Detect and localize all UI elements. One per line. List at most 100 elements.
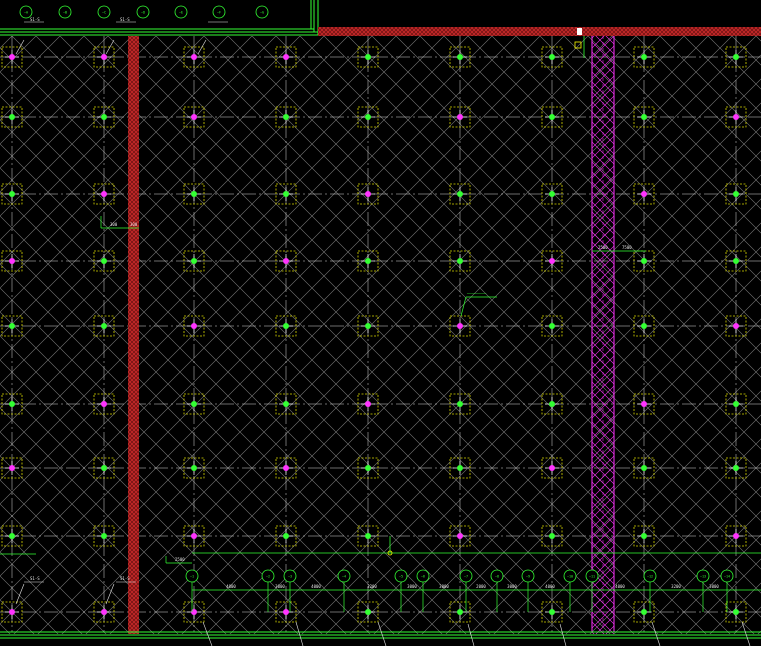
pile-dot (365, 533, 371, 539)
pile-dot (101, 323, 107, 329)
pile-dot (191, 258, 197, 264)
axis-bubble-top-label: ~D (141, 11, 145, 15)
pile-dot (457, 191, 463, 197)
pile-dot (641, 465, 647, 471)
pile-dot (549, 191, 555, 197)
pile-dot (549, 258, 555, 264)
pile-dot (9, 191, 15, 197)
pile-dot (283, 533, 289, 539)
pile-dot (9, 401, 15, 407)
pile-dot (365, 465, 371, 471)
magenta-strip (591, 36, 615, 634)
pile-dot (549, 54, 555, 60)
pile-dot (9, 609, 15, 615)
red-beam-vertical (128, 36, 139, 634)
pile-dot (191, 191, 197, 197)
pile-dot (365, 609, 371, 615)
axis-bubble-bottom-label: ~10 (567, 575, 573, 579)
pile-dot (641, 401, 647, 407)
pile-dot (365, 401, 371, 407)
pile-dot (733, 258, 739, 264)
axis-bubble-top-label: ~F (217, 11, 221, 15)
pile-dot (365, 258, 371, 264)
pile-dot (549, 533, 555, 539)
pile-dot (101, 258, 107, 264)
section-marker-top-label: S1-S (30, 17, 40, 22)
section-marker-bottom-label: S1-S (30, 576, 40, 581)
bottom-dimension-value: 4000 (615, 584, 625, 589)
axis-bubble-bottom-label: ~1 (190, 575, 194, 579)
axis-bubble-top-label: ~A (24, 11, 28, 15)
axis-bubble-bottom-label: ~2 (266, 575, 270, 579)
pile-dot (457, 401, 463, 407)
pile-dot (9, 323, 15, 329)
pile-dot (101, 465, 107, 471)
pile-dot (191, 465, 197, 471)
axis-bubble-top-label: ~E (179, 11, 183, 15)
pile-dot (283, 114, 289, 120)
pile-dot (191, 401, 197, 407)
bottom-dimension-value: 3000 (439, 584, 449, 589)
pile-dot (549, 401, 555, 407)
axis-bubble-bottom-label: ~8 (495, 575, 499, 579)
pile-dot (191, 533, 197, 539)
pile-dot (191, 323, 197, 329)
bottom-dimension-value: 4000 (226, 584, 236, 589)
dim-right-b: 7500 (622, 245, 632, 250)
pile-dot (549, 114, 555, 120)
axis-bubble-bottom-label: ~13 (700, 575, 706, 579)
section-marker-top-label-2: S1-S (120, 17, 130, 22)
pile-dot (549, 609, 555, 615)
pile-dot (101, 609, 107, 615)
pile-dot (733, 323, 739, 329)
pile-dot (365, 54, 371, 60)
pile-dot (365, 323, 371, 329)
pile-dot (283, 258, 289, 264)
axis-bubble-top-label: ~B (63, 11, 67, 15)
pile-dot (641, 191, 647, 197)
bottom-dimension-value: 3200 (367, 584, 377, 589)
axis-bubble-bottom-label: ~3 (288, 575, 292, 579)
pile-dot (101, 533, 107, 539)
pile-dot (641, 609, 647, 615)
center-note-text: ──────── (466, 291, 487, 296)
pile-dot (283, 401, 289, 407)
pile-dot (101, 114, 107, 120)
bottom-dimension-value: 4000 (545, 584, 555, 589)
top-left-boundary (0, 0, 319, 36)
pile-dot (457, 609, 463, 615)
pile-dot (9, 533, 15, 539)
dim-right-a: 2500 (598, 245, 608, 250)
bottom-dimension-value: 3200 (671, 584, 681, 589)
pile-dot (457, 323, 463, 329)
pile-dot (457, 465, 463, 471)
pile-dot (733, 533, 739, 539)
axis-bubble-bottom-label: ~7 (464, 575, 468, 579)
bottom-dimension-value: 3000 (507, 584, 517, 589)
axis-bubble-bottom-label: ~12 (647, 575, 653, 579)
pile-dot (283, 191, 289, 197)
pile-dot (733, 114, 739, 120)
cad-drawing-canvas[interactable]: ~A ~B ~C ~D ~E ~F ~G S1-S S1-S 300 300 2… (0, 0, 761, 646)
axis-bubble-bottom-label: ~11 (589, 575, 595, 579)
red-beam-top (318, 27, 761, 36)
pile-dot (641, 323, 647, 329)
pile-dot (283, 609, 289, 615)
axis-bubble-bottom-label: ~14 (724, 575, 730, 579)
pile-dot (283, 54, 289, 60)
pile-dot (191, 54, 197, 60)
pile-dot (457, 54, 463, 60)
dim-left-a: 300 (110, 222, 118, 227)
pile-dot (9, 258, 15, 264)
bottom-dimension-value: 3000 (275, 584, 285, 589)
pile-dot (283, 323, 289, 329)
pile-dot (101, 54, 107, 60)
pile-dot (733, 401, 739, 407)
pile-dot (641, 54, 647, 60)
pile-dot (733, 609, 739, 615)
pile-dot (283, 465, 289, 471)
pile-dot (457, 114, 463, 120)
pile-dot (733, 54, 739, 60)
pile-dot (641, 533, 647, 539)
pile-dot (641, 258, 647, 264)
